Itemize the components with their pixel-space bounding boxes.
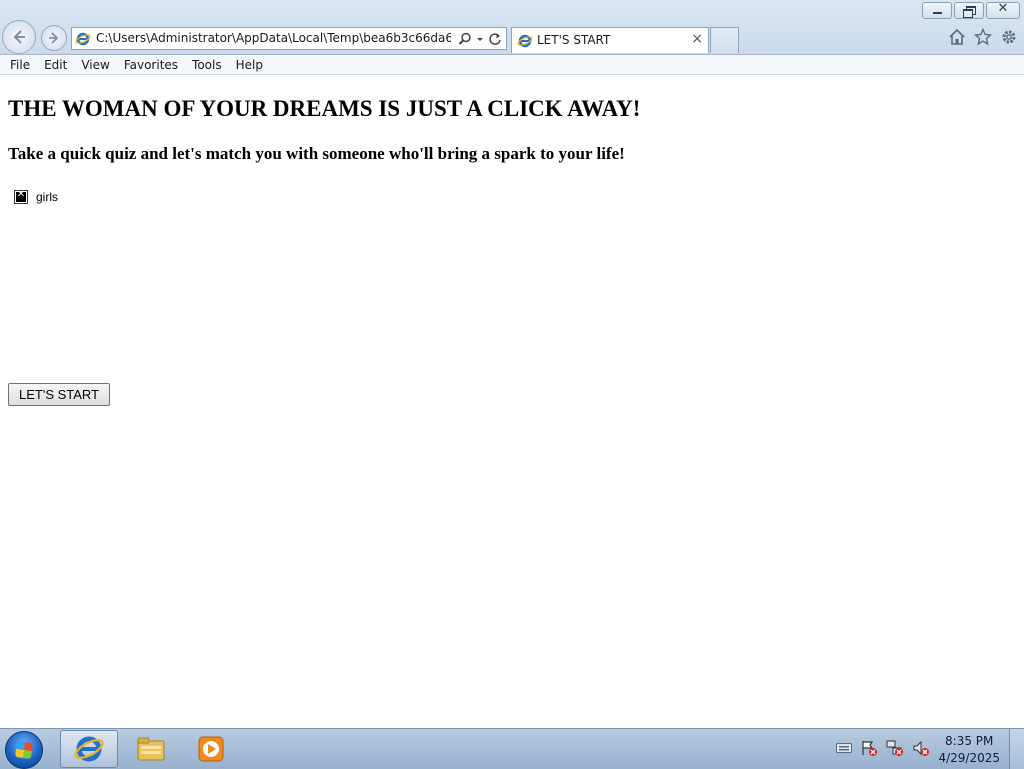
favorites-star-icon[interactable] xyxy=(974,28,992,46)
tab-close-icon[interactable]: × xyxy=(691,31,703,47)
page-icon xyxy=(75,32,91,46)
keyboard-icon[interactable] xyxy=(836,742,852,754)
lets-start-button[interactable]: LET'S START xyxy=(8,383,111,406)
menu-edit[interactable]: Edit xyxy=(37,58,74,72)
menu-view[interactable]: View xyxy=(74,58,116,72)
menu-favorites[interactable]: Favorites xyxy=(117,58,185,72)
broken-image: girls xyxy=(14,189,59,204)
image-alt-text: girls xyxy=(36,190,59,204)
window-controls: ✕ xyxy=(922,1,1020,19)
forward-arrow-icon xyxy=(49,32,59,44)
close-icon: ✕ xyxy=(997,1,1009,16)
home-icon[interactable] xyxy=(948,28,966,46)
command-icons xyxy=(948,28,1018,46)
taskbar: 8:35 PM 4/29/2025 xyxy=(0,728,1024,769)
menu-file[interactable]: File xyxy=(3,58,37,72)
internet-explorer-icon xyxy=(74,736,104,762)
media-player-icon xyxy=(198,736,224,762)
minimize-button[interactable] xyxy=(922,2,952,19)
back-arrow-icon xyxy=(13,30,25,44)
tab-title: LET'S START xyxy=(537,33,611,47)
forward-button[interactable] xyxy=(41,25,67,51)
volume-muted-icon[interactable] xyxy=(912,739,930,757)
folder-icon xyxy=(137,737,165,761)
page-subtitle: Take a quick quiz and let's match you wi… xyxy=(8,144,625,163)
clock-date: 4/29/2025 xyxy=(938,751,1000,765)
tab-lets-start[interactable]: LET'S START × xyxy=(511,27,709,53)
start-button[interactable] xyxy=(5,731,43,769)
page-title: THE WOMAN OF YOUR DREAMS IS JUST A CLICK… xyxy=(8,96,641,121)
restore-button[interactable] xyxy=(954,2,984,19)
back-button[interactable] xyxy=(2,20,36,54)
system-clock[interactable]: 8:35 PM 4/29/2025 xyxy=(938,733,1000,767)
close-window-button[interactable]: ✕ xyxy=(986,1,1020,19)
browser-window-frame: ✕ C:\Users\Administrator\AppData\Local\T… xyxy=(0,0,1024,55)
refresh-icon[interactable] xyxy=(488,32,502,46)
menu-help[interactable]: Help xyxy=(229,58,270,72)
search-icon[interactable] xyxy=(458,32,472,46)
broken-image-icon xyxy=(14,189,28,204)
address-text[interactable]: C:\Users\Administrator\AppData\Local\Tem… xyxy=(96,31,451,45)
page-content: THE WOMAN OF YOUR DREAMS IS JUST A CLICK… xyxy=(0,76,1024,728)
menu-bar: File Edit View Favorites Tools Help xyxy=(0,55,1024,75)
dropdown-arrow-icon[interactable] xyxy=(476,32,484,46)
taskbar-internet-explorer[interactable] xyxy=(60,730,118,768)
show-desktop-button[interactable] xyxy=(1009,729,1024,769)
gear-icon[interactable] xyxy=(1000,28,1018,46)
clock-time: 8:35 PM xyxy=(945,734,994,748)
menu-tools[interactable]: Tools xyxy=(185,58,229,72)
ie-tab-icon xyxy=(517,34,533,48)
address-tools xyxy=(458,30,502,47)
system-tray xyxy=(836,739,930,757)
taskbar-file-explorer[interactable] xyxy=(122,730,180,768)
network-icon[interactable] xyxy=(886,739,904,757)
action-center-flag-icon[interactable] xyxy=(860,739,878,757)
taskbar-media-player[interactable] xyxy=(182,730,240,768)
address-bar[interactable]: C:\Users\Administrator\AppData\Local\Tem… xyxy=(71,27,507,50)
new-tab-button[interactable] xyxy=(710,27,739,53)
